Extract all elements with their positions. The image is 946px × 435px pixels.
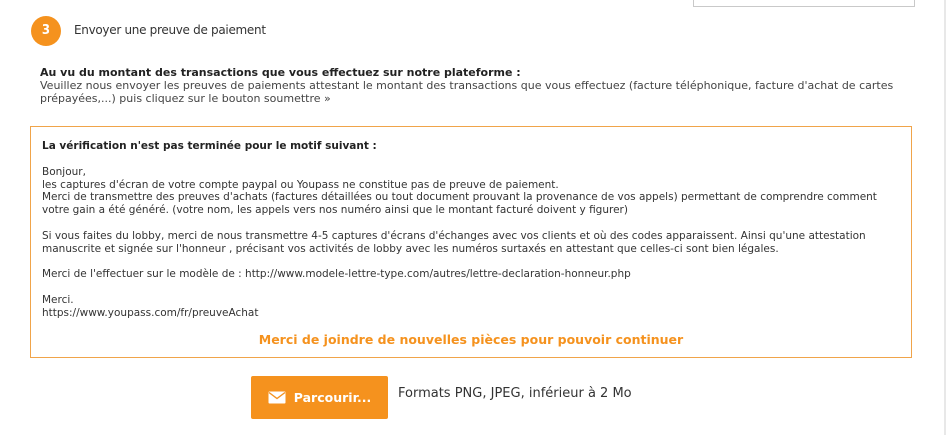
browse-button-label: Parcourir... <box>293 390 372 405</box>
verification-heading: La vérification n'est pas terminée pour … <box>42 140 377 152</box>
envelope-icon <box>268 391 286 404</box>
verification-box: La vérification n'est pas terminée pour … <box>30 126 912 358</box>
step-number-badge: 3 <box>31 16 61 46</box>
intro-heading: Au vu du montant des transactions que vo… <box>40 66 521 79</box>
intro-text: Veuillez nous envoyer les preuves de pai… <box>40 79 894 105</box>
browse-button[interactable]: Parcourir... <box>251 376 388 419</box>
continue-message: Merci de joindre de nouvelles pièces pou… <box>258 332 684 347</box>
step-title: Envoyer une preuve de paiement <box>74 23 266 37</box>
formats-info: Formats PNG, JPEG, inférieur à 2 Mo <box>398 386 632 401</box>
top-input-field[interactable] <box>693 0 915 7</box>
verification-message: Bonjour, les captures d'écran de votre c… <box>42 165 877 319</box>
intro-section: Au vu du montant des transactions que vo… <box>40 66 900 105</box>
